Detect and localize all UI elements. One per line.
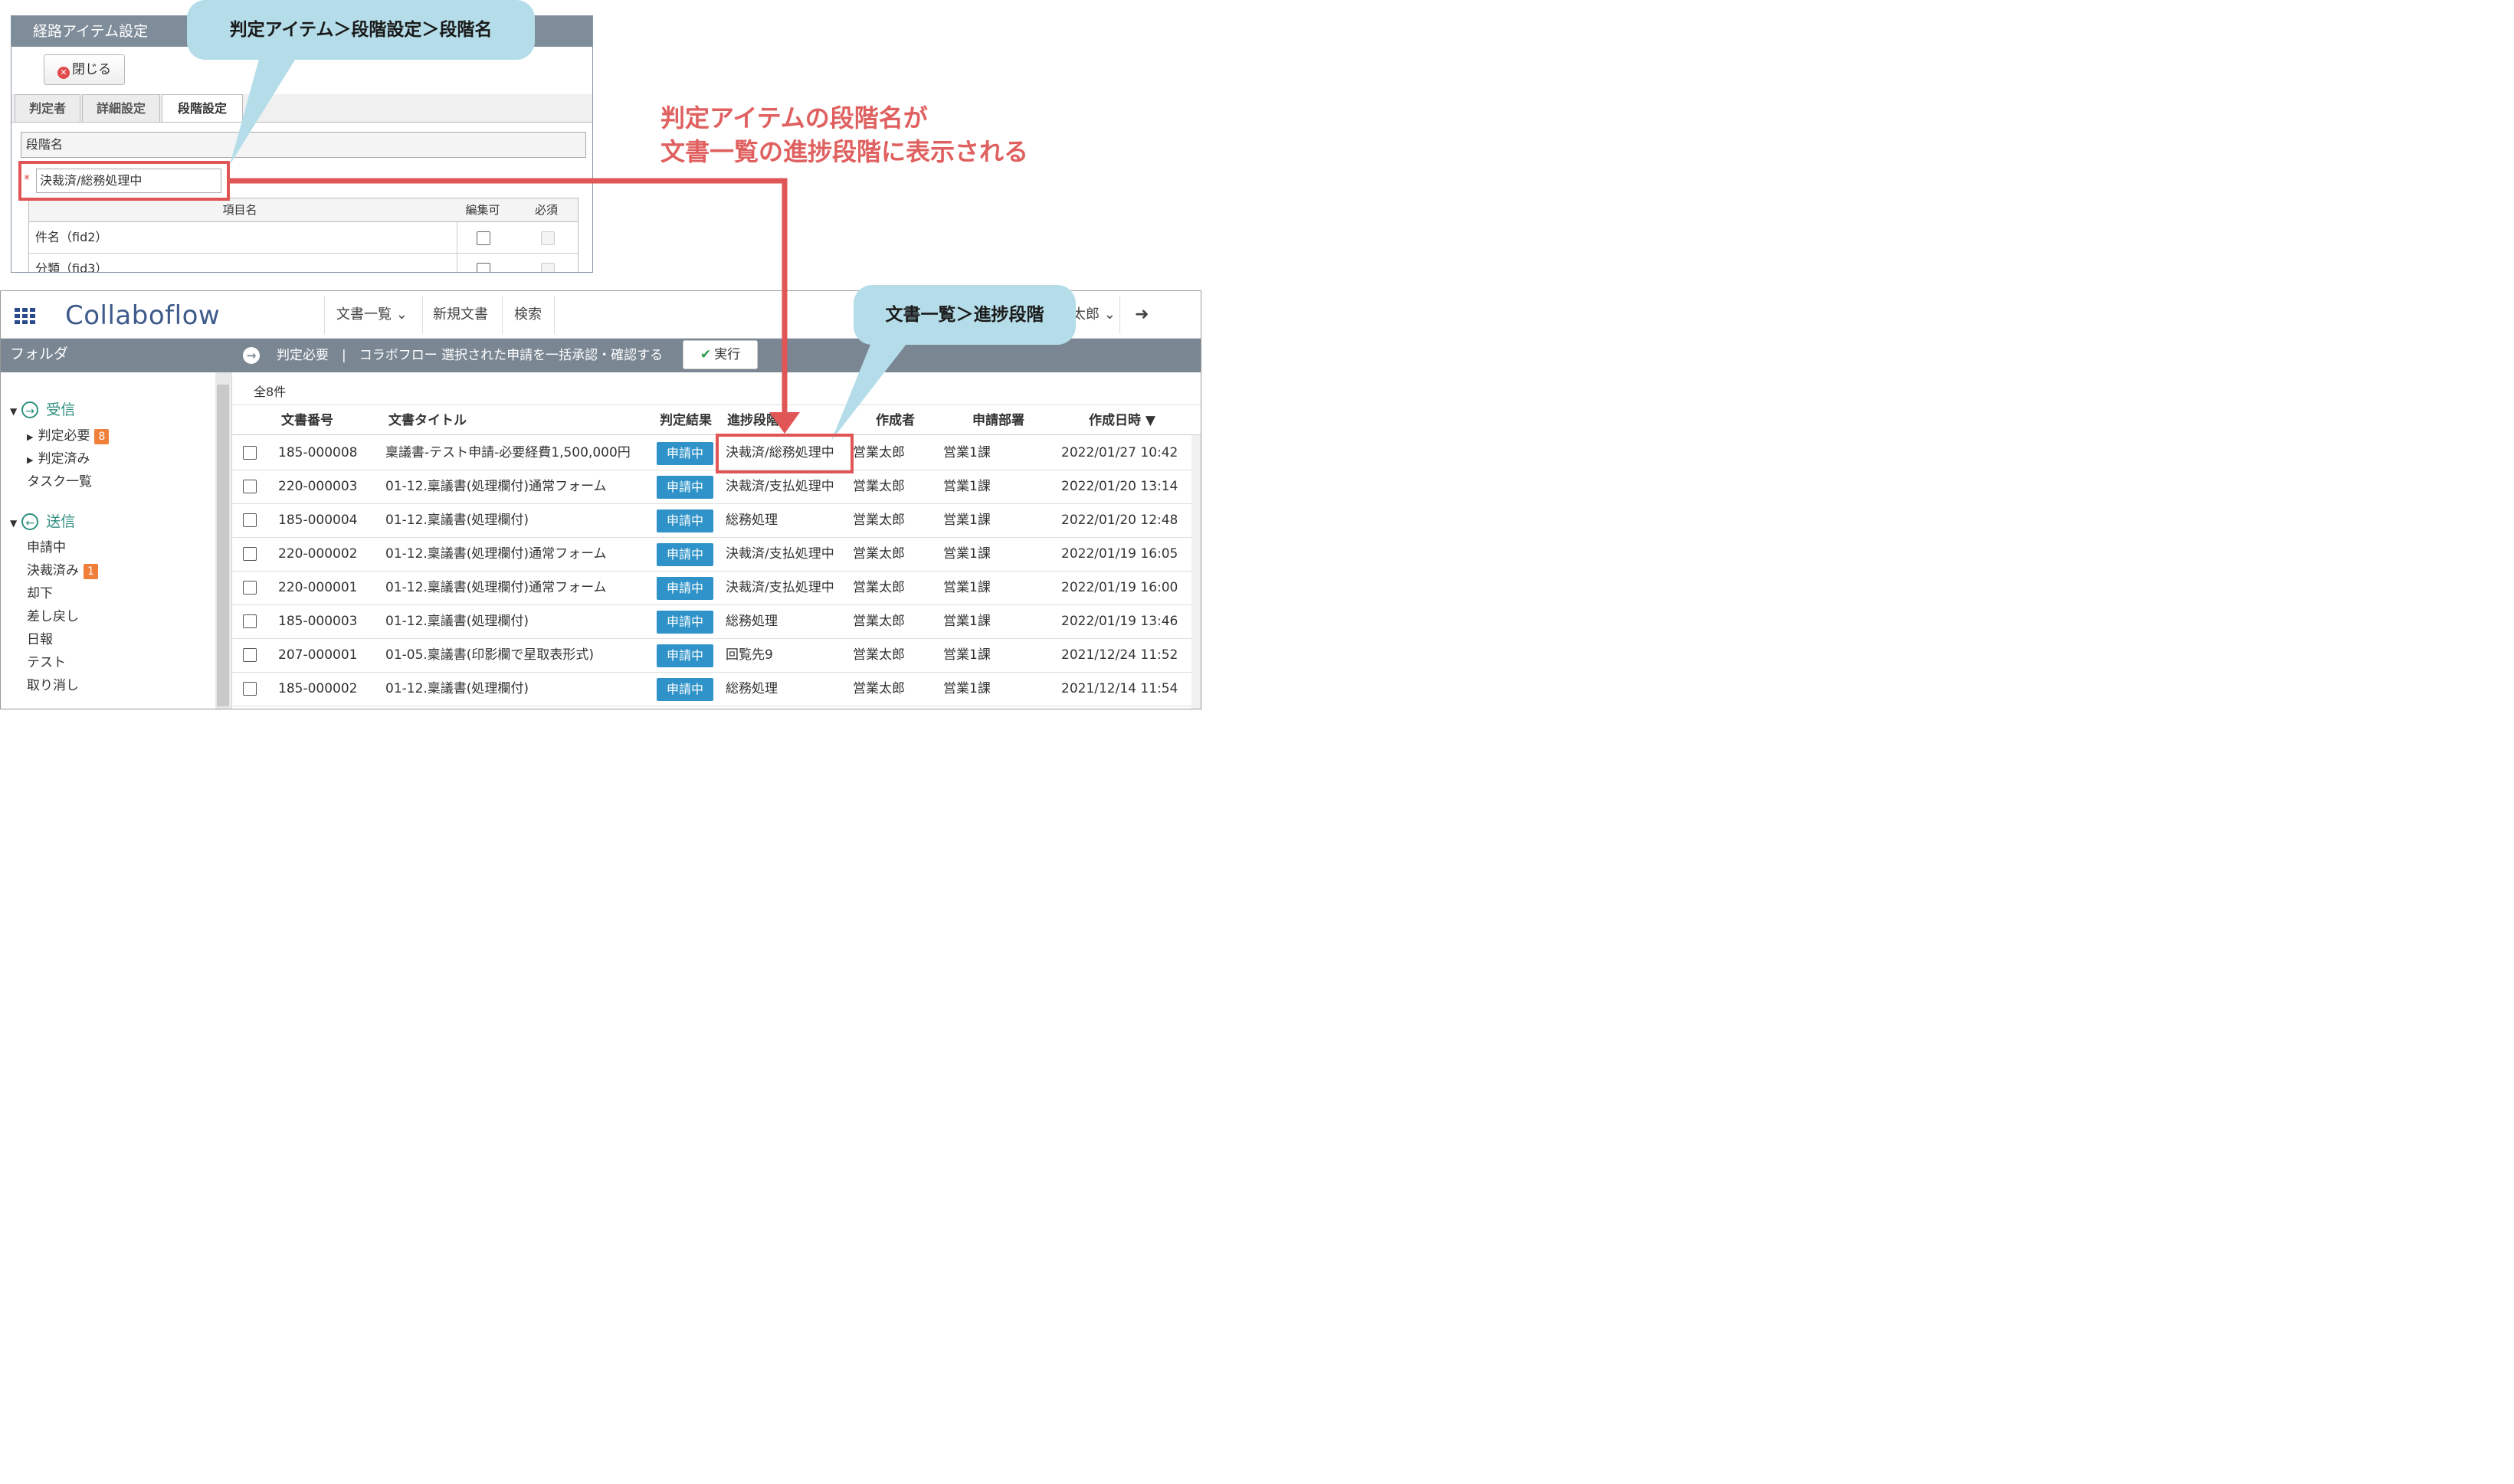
connector-arrow [230, 178, 800, 434]
